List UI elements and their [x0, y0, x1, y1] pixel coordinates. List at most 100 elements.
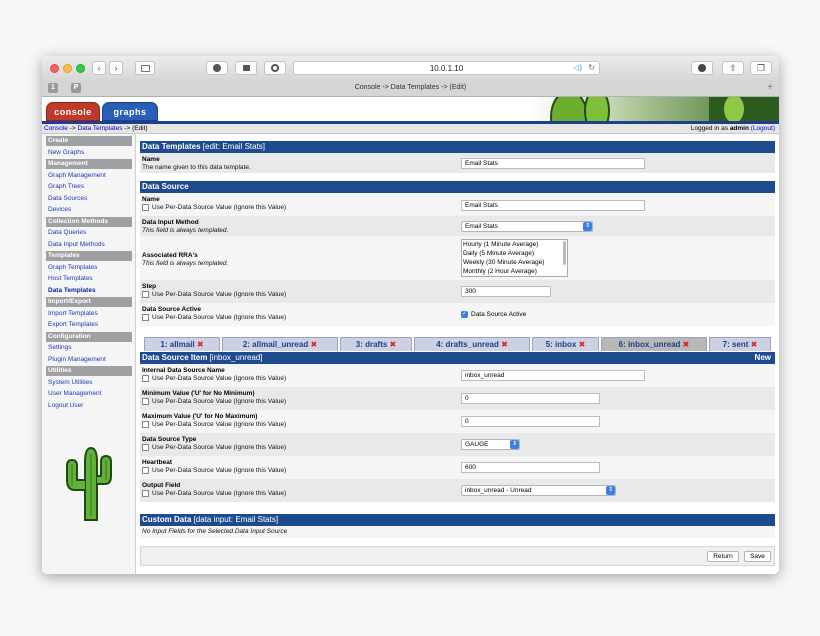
tab-4-drafts-unread[interactable]: 4: drafts_unread ✖	[414, 337, 530, 351]
return-button[interactable]: Return	[707, 551, 739, 562]
tab-7-sent[interactable]: 7: sent ✖	[709, 337, 771, 351]
rra-listbox[interactable]: Hourly (1 Minute Average) Daily (5 Minute…	[461, 239, 568, 277]
tab-2-allmail-unread[interactable]: 2: allmail_unread ✖	[222, 337, 338, 351]
internal-name-input[interactable]: inbox_unread	[461, 370, 645, 381]
per-ds-checkbox[interactable]	[142, 444, 149, 451]
custom-data-header: Custom Data [data input: Email Stats]	[140, 514, 775, 526]
sidebar-item-graph-management[interactable]: Graph Management	[46, 171, 132, 181]
sidebar-item-plugin-management[interactable]: Plugin Management	[46, 355, 132, 365]
zoom-window-button[interactable]	[76, 64, 85, 73]
per-ds-checkbox[interactable]	[142, 421, 149, 428]
tab-graphs[interactable]: graphs	[102, 102, 158, 121]
downloads-button[interactable]	[691, 61, 713, 75]
sidebar-item-host-templates[interactable]: Host Templates	[46, 274, 132, 284]
sidebar-item-data-queries[interactable]: Data Queries	[46, 228, 132, 238]
ds-name-input[interactable]: Email Stats	[461, 200, 645, 211]
ds-type-row: Data Source Type Use Per-Data Source Val…	[140, 433, 775, 456]
section-subtitle: [edit: Email Stats]	[200, 142, 266, 151]
heartbeat-input[interactable]: 600	[461, 462, 600, 473]
close-window-button[interactable]	[50, 64, 59, 73]
minimize-window-button[interactable]	[63, 64, 72, 73]
sidebar-item-new-graphs[interactable]: New Graphs	[46, 148, 132, 158]
sidebar-item-graph-templates[interactable]: Graph Templates	[46, 263, 132, 273]
close-icon[interactable]: ✖	[501, 340, 508, 349]
sidebar-item-data-templates[interactable]: Data Templates	[46, 286, 132, 296]
sidebar-item-graph-trees[interactable]: Graph Trees	[46, 182, 132, 192]
sidebar-item-user-management[interactable]: User Management	[46, 389, 132, 399]
tab-5-inbox[interactable]: 5: inbox ✖	[532, 337, 599, 351]
forward-button[interactable]: ›	[109, 61, 123, 75]
close-icon[interactable]: ✖	[579, 340, 586, 349]
rra-option[interactable]: Weekly (30 Minute Average)	[463, 258, 567, 267]
per-ds-checkbox[interactable]	[142, 467, 149, 474]
sidebar-item-data-input-methods[interactable]: Data Input Methods	[46, 240, 132, 250]
min-value-input[interactable]: 0	[461, 393, 600, 404]
max-value-input[interactable]: 0	[461, 416, 600, 427]
per-ds-checkbox[interactable]	[142, 314, 149, 321]
sidebar-item-import-templates[interactable]: Import Templates	[46, 309, 132, 319]
listbox-scrollbar[interactable]	[563, 241, 566, 265]
active-tab-title[interactable]: Console -> Data Templates -> (Edit)	[42, 84, 779, 91]
per-ds-checkbox[interactable]	[142, 398, 149, 405]
per-ds-text: Use Per-Data Source Value (Ignore this V…	[152, 490, 287, 498]
input-method-label: Data Input Method	[142, 219, 199, 226]
tab-1-allmail[interactable]: 1: allmail ✖	[144, 337, 220, 351]
tab-console[interactable]: console	[46, 102, 100, 121]
breadcrumb-console-link[interactable]: Console	[44, 125, 68, 132]
share-button[interactable]: ⇧	[722, 61, 744, 75]
tab-3-drafts[interactable]: 3: drafts ✖	[340, 337, 412, 351]
reload-icon[interactable]: ↻	[588, 63, 595, 72]
address-bar[interactable]: 10.0.1.10 ◁) ↻	[293, 61, 600, 75]
custom-data-row: No Input Fields for the Selected Data In…	[140, 526, 775, 538]
close-icon[interactable]: ✖	[683, 340, 690, 349]
ds-type-select[interactable]: GAUGE ⇕	[461, 439, 520, 450]
logout-link[interactable]: (Logout)	[751, 125, 775, 132]
breadcrumb-data-templates-link[interactable]: Data Templates	[77, 125, 122, 132]
min-value-label: Minimum Value ('U' for No Minimum)	[142, 390, 255, 397]
extension-button-2[interactable]	[235, 61, 257, 75]
internal-name-label: Internal Data Source Name	[142, 367, 225, 374]
record-icon	[271, 64, 279, 72]
title-bar: ‹ › 10.0.1.10 ◁) ↻ ⇧ ❐	[42, 56, 779, 82]
new-tab-button[interactable]: +	[767, 82, 773, 93]
audio-icon[interactable]: ◁)	[573, 63, 582, 72]
close-icon[interactable]: ✖	[390, 340, 397, 349]
tab-6-inbox-unread[interactable]: 6: inbox_unread ✖	[601, 337, 707, 351]
sidebar-item-system-utilities[interactable]: System Utilities	[46, 378, 132, 388]
output-field-select[interactable]: inbox_unread - Unread ⇕	[461, 485, 616, 496]
sidebar-item-data-sources[interactable]: Data Sources	[46, 194, 132, 204]
active-checkbox[interactable]: ✓	[461, 311, 468, 318]
extension-button-3[interactable]	[264, 61, 286, 75]
sidebar-item-export-templates[interactable]: Export Templates	[46, 320, 132, 330]
chevron-updown-icon: ⇕	[583, 222, 592, 231]
template-name-input[interactable]: Email Stats	[461, 158, 645, 169]
sidebar-item-settings[interactable]: Settings	[46, 343, 132, 353]
section-title: Custom Data	[142, 515, 192, 524]
step-input[interactable]: 300	[461, 286, 551, 297]
per-ds-text: Use Per-Data Source Value (Ignore this V…	[152, 467, 287, 475]
rra-option[interactable]: Daily (5 Minute Average)	[463, 249, 567, 258]
sidebar-item-logout-user[interactable]: Logout User	[46, 401, 132, 411]
sidebar-item-devices[interactable]: Devices	[46, 205, 132, 215]
per-ds-checkbox[interactable]	[142, 291, 149, 298]
chevron-updown-icon: ⇕	[606, 486, 615, 495]
close-icon[interactable]: ✖	[197, 340, 204, 349]
ds-type-value: GAUGE	[465, 441, 489, 448]
cactus-logo	[66, 446, 112, 521]
sidebar: Create New Graphs Management Graph Manageme…	[42, 134, 136, 574]
new-item-link[interactable]: New	[755, 352, 771, 364]
rra-option[interactable]: Hourly (1 Minute Average)	[463, 240, 567, 249]
per-ds-checkbox[interactable]	[142, 490, 149, 497]
per-ds-checkbox[interactable]	[142, 204, 149, 211]
tabs-overview-button[interactable]: ❐	[750, 61, 772, 75]
save-button[interactable]: Save	[744, 551, 771, 562]
input-method-select[interactable]: Email Stats ⇕	[461, 221, 593, 232]
extension-button-1[interactable]	[206, 61, 228, 75]
lock-icon	[242, 65, 250, 71]
sidebar-toggle-button[interactable]	[135, 61, 155, 75]
back-button[interactable]: ‹	[92, 61, 106, 75]
rra-option[interactable]: Monthly (2 Hour Average)	[463, 267, 567, 276]
per-ds-checkbox[interactable]	[142, 375, 149, 382]
close-icon[interactable]: ✖	[751, 340, 758, 349]
close-icon[interactable]: ✖	[310, 340, 317, 349]
